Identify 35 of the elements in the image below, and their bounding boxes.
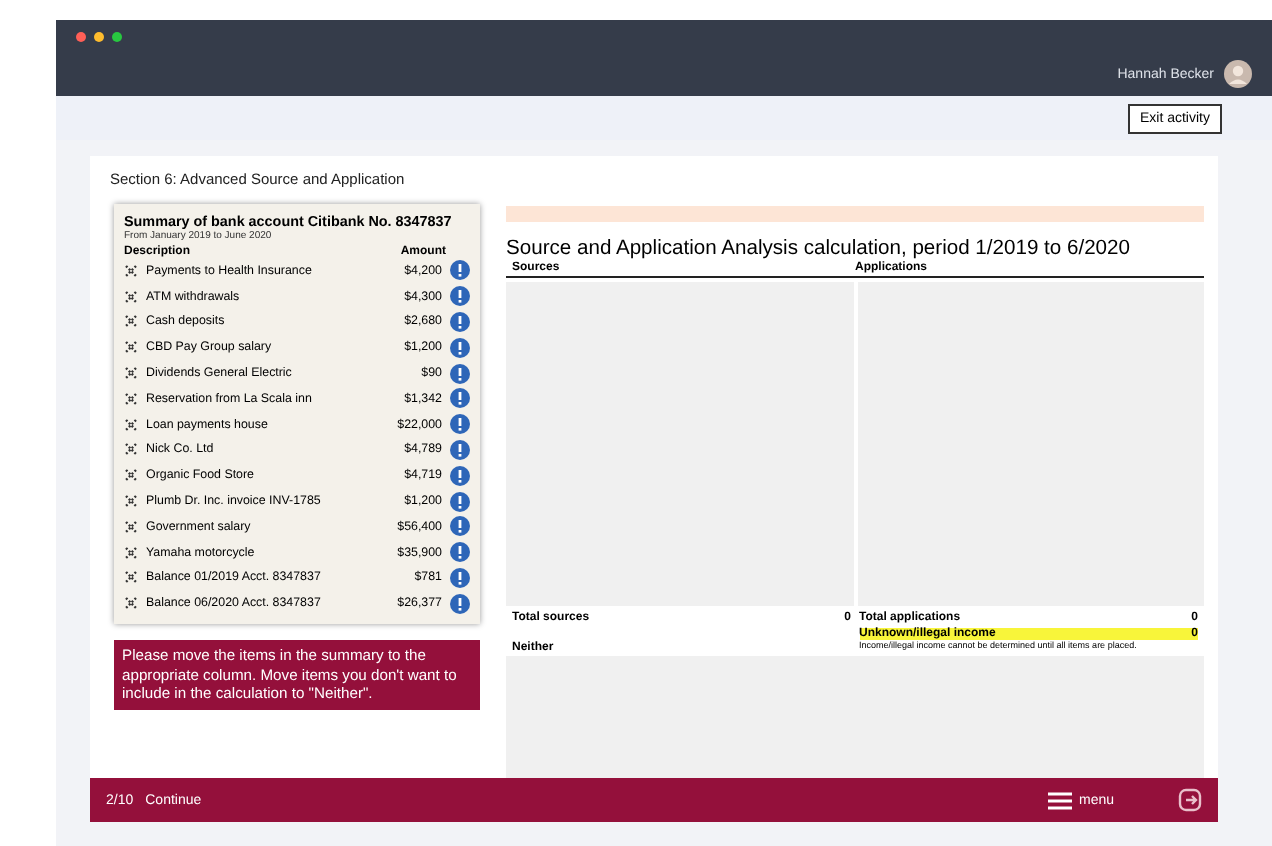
drag-handle-icon[interactable] <box>124 391 138 406</box>
drag-handle-icon[interactable] <box>124 340 138 355</box>
drag-handle-icon[interactable] <box>124 314 138 329</box>
drag-handle-icon[interactable] <box>124 442 138 457</box>
minimize-window-icon[interactable] <box>94 32 104 42</box>
drag-handle-icon[interactable] <box>124 468 138 483</box>
info-icon[interactable] <box>450 491 470 512</box>
info-icon[interactable] <box>450 286 470 307</box>
drag-handle-icon[interactable] <box>124 263 138 278</box>
drag-handle-icon[interactable] <box>124 366 138 381</box>
info-icon[interactable] <box>450 414 470 435</box>
info-icon[interactable] <box>450 388 470 409</box>
menu-icon <box>1048 791 1073 809</box>
drag-handle-icon[interactable] <box>124 519 138 534</box>
info-icon[interactable] <box>450 311 470 332</box>
drag-handle-icon[interactable] <box>124 289 138 304</box>
info-icon[interactable] <box>450 542 470 563</box>
info-icon[interactable] <box>450 337 470 358</box>
analysis-title: Source and Application Analysis calculation, period 1/2019 to 6/2020 <box>506 238 1132 260</box>
info-icon[interactable] <box>450 465 470 486</box>
drag-handle-icon[interactable] <box>124 494 138 509</box>
info-icon[interactable] <box>450 363 470 384</box>
info-icon[interactable] <box>450 439 470 460</box>
drag-handle-icon[interactable] <box>124 596 138 611</box>
drag-handle-icon[interactable] <box>124 417 138 432</box>
info-icon[interactable] <box>450 593 470 614</box>
info-icon[interactable] <box>450 516 470 537</box>
avatar-icon[interactable] <box>1224 60 1252 88</box>
drag-handle-icon[interactable] <box>124 570 138 585</box>
drag-handle-icon[interactable] <box>124 545 138 560</box>
close-window-icon[interactable] <box>76 32 86 42</box>
maximize-window-icon[interactable] <box>112 32 122 42</box>
info-icon[interactable] <box>450 260 470 281</box>
exit-icon[interactable] <box>1178 788 1202 812</box>
info-icon[interactable] <box>450 567 470 588</box>
